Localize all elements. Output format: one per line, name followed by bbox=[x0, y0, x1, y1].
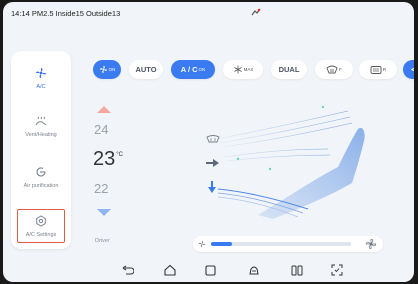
temperature-value: 23 bbox=[93, 148, 116, 170]
fan-icon bbox=[34, 66, 48, 80]
car-icon[interactable] bbox=[247, 263, 261, 277]
front-defrost-button[interactable]: F bbox=[315, 60, 353, 79]
snowflake-icon bbox=[233, 65, 242, 74]
power-on-label: ON bbox=[108, 67, 116, 72]
ac-label: A / C bbox=[180, 65, 198, 74]
auto-button[interactable]: AUTO bbox=[129, 60, 163, 79]
floor-vent-arrow-icon[interactable] bbox=[208, 181, 216, 193]
airflow-mode-button[interactable] bbox=[403, 60, 414, 79]
sidebar-item-ac-settings[interactable]: A/C Settings bbox=[17, 209, 65, 243]
temperature-current: 23°C bbox=[93, 148, 123, 171]
rear-defrost-icon bbox=[370, 65, 382, 74]
face-vent-arrow-icon[interactable] bbox=[206, 159, 219, 167]
max-label: MAX bbox=[243, 67, 254, 72]
rear-defrost-label: R bbox=[382, 67, 387, 72]
sidebar-item-air-purification[interactable]: Air purification bbox=[11, 154, 71, 200]
auto-label: AUTO bbox=[135, 65, 157, 74]
ac-max-button[interactable]: MAX bbox=[223, 60, 263, 79]
airflow-illustration bbox=[206, 105, 365, 219]
navigation-bar bbox=[3, 258, 414, 282]
air-purification-icon bbox=[34, 165, 48, 179]
fan-icon bbox=[99, 65, 107, 74]
sidebar-item-label: Vent/Heating bbox=[25, 132, 57, 138]
fan-speed-fill bbox=[211, 242, 232, 246]
sidebar-item-label: A/C bbox=[36, 84, 46, 90]
front-defrost-icon bbox=[326, 65, 338, 73]
dual-button[interactable]: DUAL bbox=[271, 60, 307, 79]
fan-low-icon bbox=[198, 240, 206, 248]
vent-heating-icon bbox=[34, 114, 48, 128]
sidebar: A/C Vent/Heating Air purification A/C Se… bbox=[11, 51, 71, 249]
temperature-up-arrow[interactable] bbox=[97, 106, 111, 113]
dual-label: DUAL bbox=[278, 65, 300, 74]
screenshot-icon[interactable] bbox=[330, 263, 344, 277]
back-icon[interactable] bbox=[121, 263, 135, 277]
sidebar-item-label: Air purification bbox=[23, 183, 59, 189]
ac-button[interactable]: A / C ON bbox=[171, 60, 215, 79]
recents-icon[interactable] bbox=[203, 263, 217, 277]
temperature-unit: °C bbox=[116, 152, 123, 158]
sidebar-item-vent-heating[interactable]: Vent/Heating bbox=[11, 103, 71, 149]
sidebar-item-ac[interactable]: A/C bbox=[11, 55, 71, 101]
temperature-above: 24 bbox=[94, 122, 109, 137]
split-screen-icon[interactable] bbox=[290, 263, 304, 277]
rear-defrost-button[interactable]: R bbox=[359, 60, 397, 79]
power-on-button[interactable]: ON bbox=[93, 60, 121, 79]
status-bar: 14:14 PM2.5 Inside15 Outside13 bbox=[3, 2, 414, 24]
front-defrost-label: F bbox=[339, 67, 342, 72]
notification-icon bbox=[249, 6, 263, 20]
settings-icon bbox=[34, 214, 48, 228]
temperature-down-arrow[interactable] bbox=[97, 209, 111, 216]
fan-high-icon bbox=[365, 238, 377, 250]
windshield-vent-icon[interactable] bbox=[206, 135, 220, 143]
ac-sub-label: ON bbox=[198, 67, 206, 72]
temperature-below: 22 bbox=[94, 181, 109, 196]
zone-label: Driver bbox=[95, 238, 110, 244]
status-text: 14:14 PM2.5 Inside15 Outside13 bbox=[11, 8, 121, 18]
sidebar-item-label: A/C Settings bbox=[25, 232, 57, 238]
screen: 14:14 PM2.5 Inside15 Outside13 A/C Vent/… bbox=[3, 2, 414, 282]
fan-speed-bar[interactable] bbox=[193, 236, 383, 252]
fan-speed-track[interactable] bbox=[211, 242, 351, 246]
airflow-icon bbox=[411, 67, 414, 72]
temperature-control: 24 23°C 22 bbox=[88, 102, 128, 247]
home-icon[interactable] bbox=[163, 263, 177, 277]
